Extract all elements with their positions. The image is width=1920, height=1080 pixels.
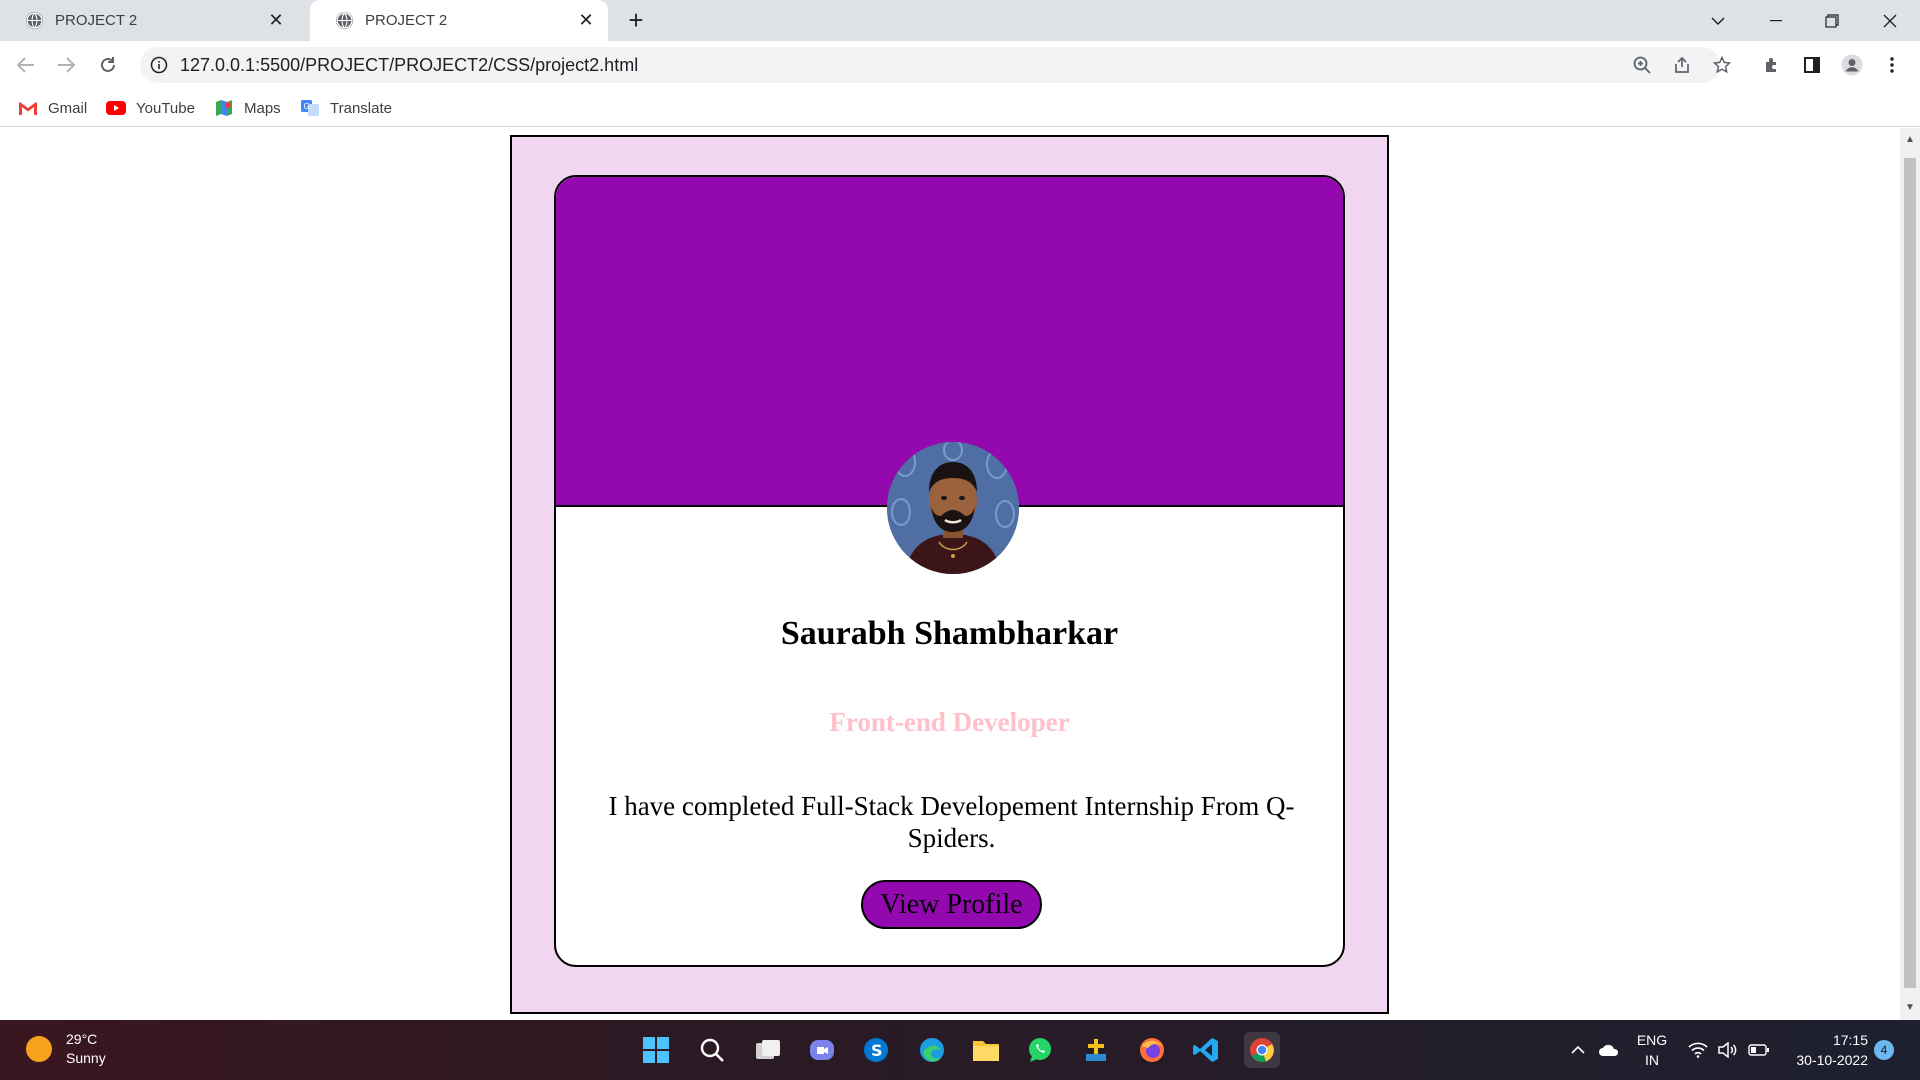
bookmark-youtube[interactable]: YouTube bbox=[106, 97, 195, 119]
tab-project2-active[interactable]: PROJECT 2 ✕ bbox=[310, 0, 608, 41]
page-viewport: Saurabh Shambharkar Front-end Developer … bbox=[0, 128, 1900, 1020]
onedrive-cloud-icon[interactable] bbox=[1598, 1020, 1620, 1080]
vscode-icon[interactable] bbox=[1188, 1032, 1224, 1068]
teams-chat-icon[interactable] bbox=[804, 1032, 840, 1068]
skype-icon[interactable]: S bbox=[858, 1032, 894, 1068]
url-text: 127.0.0.1:5500/PROJECT/PROJECT2/CSS/proj… bbox=[180, 54, 639, 75]
share-icon[interactable] bbox=[1666, 49, 1698, 81]
chrome-icon[interactable] bbox=[1244, 1032, 1280, 1068]
task-view-icon[interactable] bbox=[750, 1032, 786, 1068]
edge-icon[interactable] bbox=[914, 1032, 950, 1068]
bookmark-label: Gmail bbox=[48, 99, 88, 117]
battery-icon[interactable] bbox=[1748, 1020, 1770, 1080]
bookmark-star-icon[interactable] bbox=[1706, 49, 1738, 81]
volume-icon[interactable] bbox=[1718, 1020, 1738, 1080]
reload-button[interactable] bbox=[92, 49, 124, 81]
tab-project2-inactive[interactable]: PROJECT 2 ✕ bbox=[0, 0, 298, 41]
profile-description: I have completed Full-Stack Developement… bbox=[608, 791, 1295, 853]
forward-button[interactable] bbox=[50, 49, 82, 81]
bookmark-label: Translate bbox=[330, 99, 392, 117]
menu-kebab-icon[interactable] bbox=[1876, 49, 1908, 81]
windows-taskbar: 29°C Sunny S ENG IN 17:15 30-10-2022 4 bbox=[0, 1020, 1920, 1080]
svg-text:G: G bbox=[304, 102, 310, 111]
address-bar[interactable]: 127.0.0.1:5500/PROJECT/PROJECT2/CSS/proj… bbox=[140, 47, 1720, 83]
bookmark-label: YouTube bbox=[136, 99, 195, 117]
close-tab-icon[interactable]: ✕ bbox=[262, 7, 290, 35]
weather-widget[interactable]: 29°C Sunny bbox=[26, 1030, 106, 1068]
scroll-down-arrow-icon[interactable]: ▼ bbox=[1905, 1002, 1915, 1013]
side-panel-icon[interactable] bbox=[1796, 49, 1828, 81]
bookmark-maps[interactable]: Maps bbox=[214, 97, 281, 119]
gmail-icon bbox=[18, 100, 38, 116]
system-clock[interactable]: 17:15 30-10-2022 bbox=[1780, 1030, 1868, 1070]
close-window-button[interactable] bbox=[1862, 0, 1918, 41]
sunny-weather-icon bbox=[26, 1036, 52, 1062]
windows-start-icon[interactable] bbox=[638, 1032, 674, 1068]
tab-title: PROJECT 2 bbox=[365, 12, 448, 29]
close-tab-icon[interactable]: ✕ bbox=[572, 7, 600, 35]
new-tab-button[interactable]: + bbox=[622, 5, 650, 35]
youtube-icon bbox=[106, 100, 126, 116]
language-region: IN bbox=[1645, 1052, 1659, 1068]
notification-badge[interactable]: 4 bbox=[1874, 1040, 1894, 1060]
maps-icon bbox=[214, 100, 234, 116]
browser-toolbar: 127.0.0.1:5500/PROJECT/PROJECT2/CSS/proj… bbox=[0, 41, 1920, 89]
whatsapp-icon[interactable] bbox=[1022, 1032, 1058, 1068]
profile-card: Saurabh Shambharkar Front-end Developer … bbox=[554, 175, 1345, 967]
weather-temperature: 29°C bbox=[66, 1031, 98, 1047]
profile-role: Front-end Developer bbox=[829, 707, 1070, 737]
show-hidden-icons-chevron-icon[interactable] bbox=[1570, 1020, 1586, 1080]
scroll-up-arrow-icon[interactable]: ▲ bbox=[1905, 134, 1915, 145]
tab-title: PROJECT 2 bbox=[55, 12, 138, 29]
bookmark-translate[interactable]: G Translate bbox=[300, 97, 392, 119]
search-icon[interactable] bbox=[694, 1032, 730, 1068]
language-indicator[interactable]: ENG IN bbox=[1632, 1030, 1672, 1070]
profile-name: Saurabh Shambharkar bbox=[780, 615, 1119, 652]
firefox-icon[interactable] bbox=[1134, 1032, 1170, 1068]
bookmark-label: Maps bbox=[244, 99, 281, 117]
profile-avatar-icon[interactable] bbox=[1836, 49, 1868, 81]
language-code: ENG bbox=[1636, 1032, 1668, 1048]
restore-button[interactable] bbox=[1804, 0, 1860, 41]
globe-icon bbox=[336, 12, 353, 29]
svg-text:S: S bbox=[871, 1041, 883, 1060]
wifi-icon[interactable] bbox=[1688, 1020, 1708, 1080]
view-profile-button[interactable]: View Profile bbox=[861, 880, 1042, 929]
site-info-icon[interactable] bbox=[150, 56, 168, 74]
back-button[interactable] bbox=[10, 49, 42, 81]
bookmark-gmail[interactable]: Gmail bbox=[18, 97, 87, 119]
tab-search-icon[interactable] bbox=[1690, 0, 1746, 41]
zoom-icon[interactable] bbox=[1626, 49, 1658, 81]
clock-time: 17:15 bbox=[1832, 1032, 1868, 1048]
tab-bar: PROJECT 2 ✕ PROJECT 2 ✕ + bbox=[0, 0, 1920, 41]
page-container: Saurabh Shambharkar Front-end Developer … bbox=[510, 135, 1389, 1014]
extensions-icon[interactable] bbox=[1756, 49, 1788, 81]
weather-condition: Sunny bbox=[66, 1050, 106, 1066]
page-scrollbar[interactable]: ▲ ▼ bbox=[1900, 128, 1920, 1020]
app-icon[interactable] bbox=[1078, 1032, 1114, 1068]
globe-icon bbox=[26, 12, 43, 29]
file-explorer-icon[interactable] bbox=[968, 1032, 1004, 1068]
translate-icon: G bbox=[300, 100, 320, 116]
profile-avatar bbox=[887, 442, 1019, 574]
scrollbar-thumb[interactable] bbox=[1904, 158, 1916, 988]
minimize-button[interactable] bbox=[1748, 0, 1804, 41]
bookmarks-bar: Gmail YouTube Maps G Translate bbox=[0, 89, 1920, 127]
clock-date: 30-10-2022 bbox=[1796, 1052, 1868, 1068]
